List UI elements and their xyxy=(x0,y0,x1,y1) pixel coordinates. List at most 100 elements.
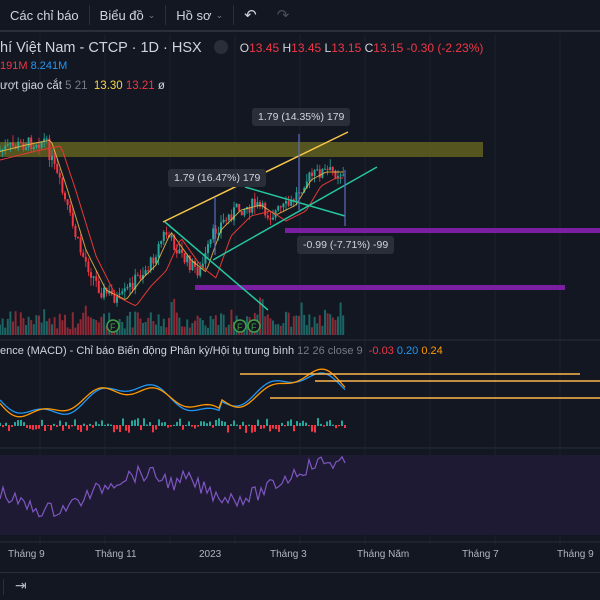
volume-bar xyxy=(264,316,267,335)
candle-body xyxy=(152,257,155,264)
macd-histogram-bar xyxy=(155,425,157,430)
candle-body xyxy=(27,137,30,148)
volume-bar xyxy=(87,316,90,335)
status-dot-icon[interactable] xyxy=(213,40,228,54)
macd-histogram-bar xyxy=(245,425,247,433)
measure-label-mid[interactable]: 1.79 (16.47%) 179 xyxy=(168,169,267,187)
macd-histogram-bar xyxy=(122,418,124,426)
time-axis-label: 2023 xyxy=(199,549,222,560)
candle-body xyxy=(69,205,72,213)
volume-bar xyxy=(337,316,339,335)
candle-body xyxy=(139,275,142,279)
change-value: -0.30 (-2.23%) xyxy=(406,41,484,55)
candle-body xyxy=(87,261,90,273)
volume-bar xyxy=(152,321,155,335)
macd-histogram-bar xyxy=(293,425,295,432)
macd-histogram-bar xyxy=(47,425,49,427)
macd-histogram-bar xyxy=(185,424,187,426)
volume-bar xyxy=(285,311,287,335)
volume-bar xyxy=(214,315,217,335)
volume-bar xyxy=(321,325,324,335)
volume-bar xyxy=(53,317,56,335)
volume-bar xyxy=(43,309,46,335)
candle-body xyxy=(147,270,150,272)
candle-body xyxy=(12,142,14,146)
low-value: 13.15 xyxy=(331,41,362,55)
macd-histogram-bar xyxy=(125,425,127,431)
volume-legend: 191M 8.241M xyxy=(0,60,67,72)
macd-histogram-bar xyxy=(83,423,85,426)
macd-histogram-bar xyxy=(227,425,229,433)
macd-histogram-bar xyxy=(281,422,283,426)
macd-histogram-bar xyxy=(200,421,202,426)
volume-value: 191M xyxy=(0,60,28,72)
macd-legend: ence (MACD) - Chỉ báo Biến động Phân kỳ/… xyxy=(0,345,443,357)
volume-bar xyxy=(201,320,204,335)
macd-histogram-bar xyxy=(158,419,160,426)
candle-body xyxy=(316,169,319,171)
volume-bar xyxy=(97,322,100,335)
candle-body xyxy=(295,192,298,201)
candle-body xyxy=(58,172,61,178)
volume-bar xyxy=(207,327,209,335)
macd-title: ence (MACD) - Chỉ báo Biến động Phân kỳ/… xyxy=(0,345,295,357)
volume-bar xyxy=(225,327,228,335)
measure-label-top[interactable]: 1.79 (14.35%) 179 xyxy=(252,108,351,126)
candle-body xyxy=(186,255,189,263)
candle-body xyxy=(342,174,345,176)
macd-histogram-bar xyxy=(50,425,52,431)
volume-bar xyxy=(19,312,22,335)
volume-bar xyxy=(165,327,168,335)
macd-signal-value: 0.24 xyxy=(421,345,443,357)
candle-body xyxy=(178,249,181,254)
volume-bar xyxy=(6,318,9,335)
candle-body xyxy=(77,236,79,238)
volume-bar xyxy=(92,319,95,335)
candle-body xyxy=(277,206,280,211)
volume-bar xyxy=(230,309,233,335)
close-value: 13.15 xyxy=(373,41,404,55)
candle-body xyxy=(170,235,173,238)
volume-bar xyxy=(316,323,319,335)
time-axis-label: Tháng 3 xyxy=(270,549,307,560)
ma-slow-value: 13.21 xyxy=(125,80,155,92)
volume-bar xyxy=(131,327,134,335)
time-axis-label: Tháng 7 xyxy=(462,549,499,560)
macd-histogram-bar xyxy=(341,420,343,426)
macd-histogram-bar xyxy=(0,422,1,426)
macd-histogram-bar xyxy=(149,422,151,426)
ma-cross-name: ượt giao cắt xyxy=(0,80,62,92)
macd-histogram-bar xyxy=(41,419,43,426)
volume-bar xyxy=(142,322,144,335)
volume-bar xyxy=(82,312,85,335)
time-axis-label: Tháng 9 xyxy=(557,549,594,560)
macd-histogram-bar xyxy=(113,425,115,433)
macd-histogram-bar xyxy=(182,425,184,430)
candle-body xyxy=(235,203,238,208)
volume-bar xyxy=(272,320,274,335)
macd-histogram-bar xyxy=(5,422,7,426)
macd-histogram-bar xyxy=(17,420,19,426)
candle-body xyxy=(9,142,12,145)
macd-histogram-bar xyxy=(71,425,73,427)
macd-histogram-bar xyxy=(167,425,169,428)
volume-bar xyxy=(155,324,157,335)
volume-bar xyxy=(12,321,14,335)
volume-bar xyxy=(168,317,170,335)
symbol-legend: hí Việt Nam - CTCP · 1D · HSX O13.45 H13… xyxy=(0,40,483,56)
date-range-icon[interactable]: ⇥ xyxy=(15,577,27,594)
candle-body xyxy=(129,282,131,288)
volume-bar xyxy=(183,326,186,335)
volume-bar xyxy=(123,328,126,335)
candle-body xyxy=(339,175,342,177)
macd-histogram-bar xyxy=(29,425,31,429)
candle-body xyxy=(32,146,35,150)
candle-body xyxy=(209,239,212,245)
volume-bar xyxy=(209,315,212,335)
candle-body xyxy=(212,228,215,240)
macd-histogram-bar xyxy=(287,421,289,426)
bottom-bar: ⇥ xyxy=(0,572,600,600)
macd-histogram-bar xyxy=(89,423,91,426)
volume-bar xyxy=(77,323,79,335)
measure-label-low[interactable]: -0.99 (-7.71%) -99 xyxy=(297,236,395,254)
